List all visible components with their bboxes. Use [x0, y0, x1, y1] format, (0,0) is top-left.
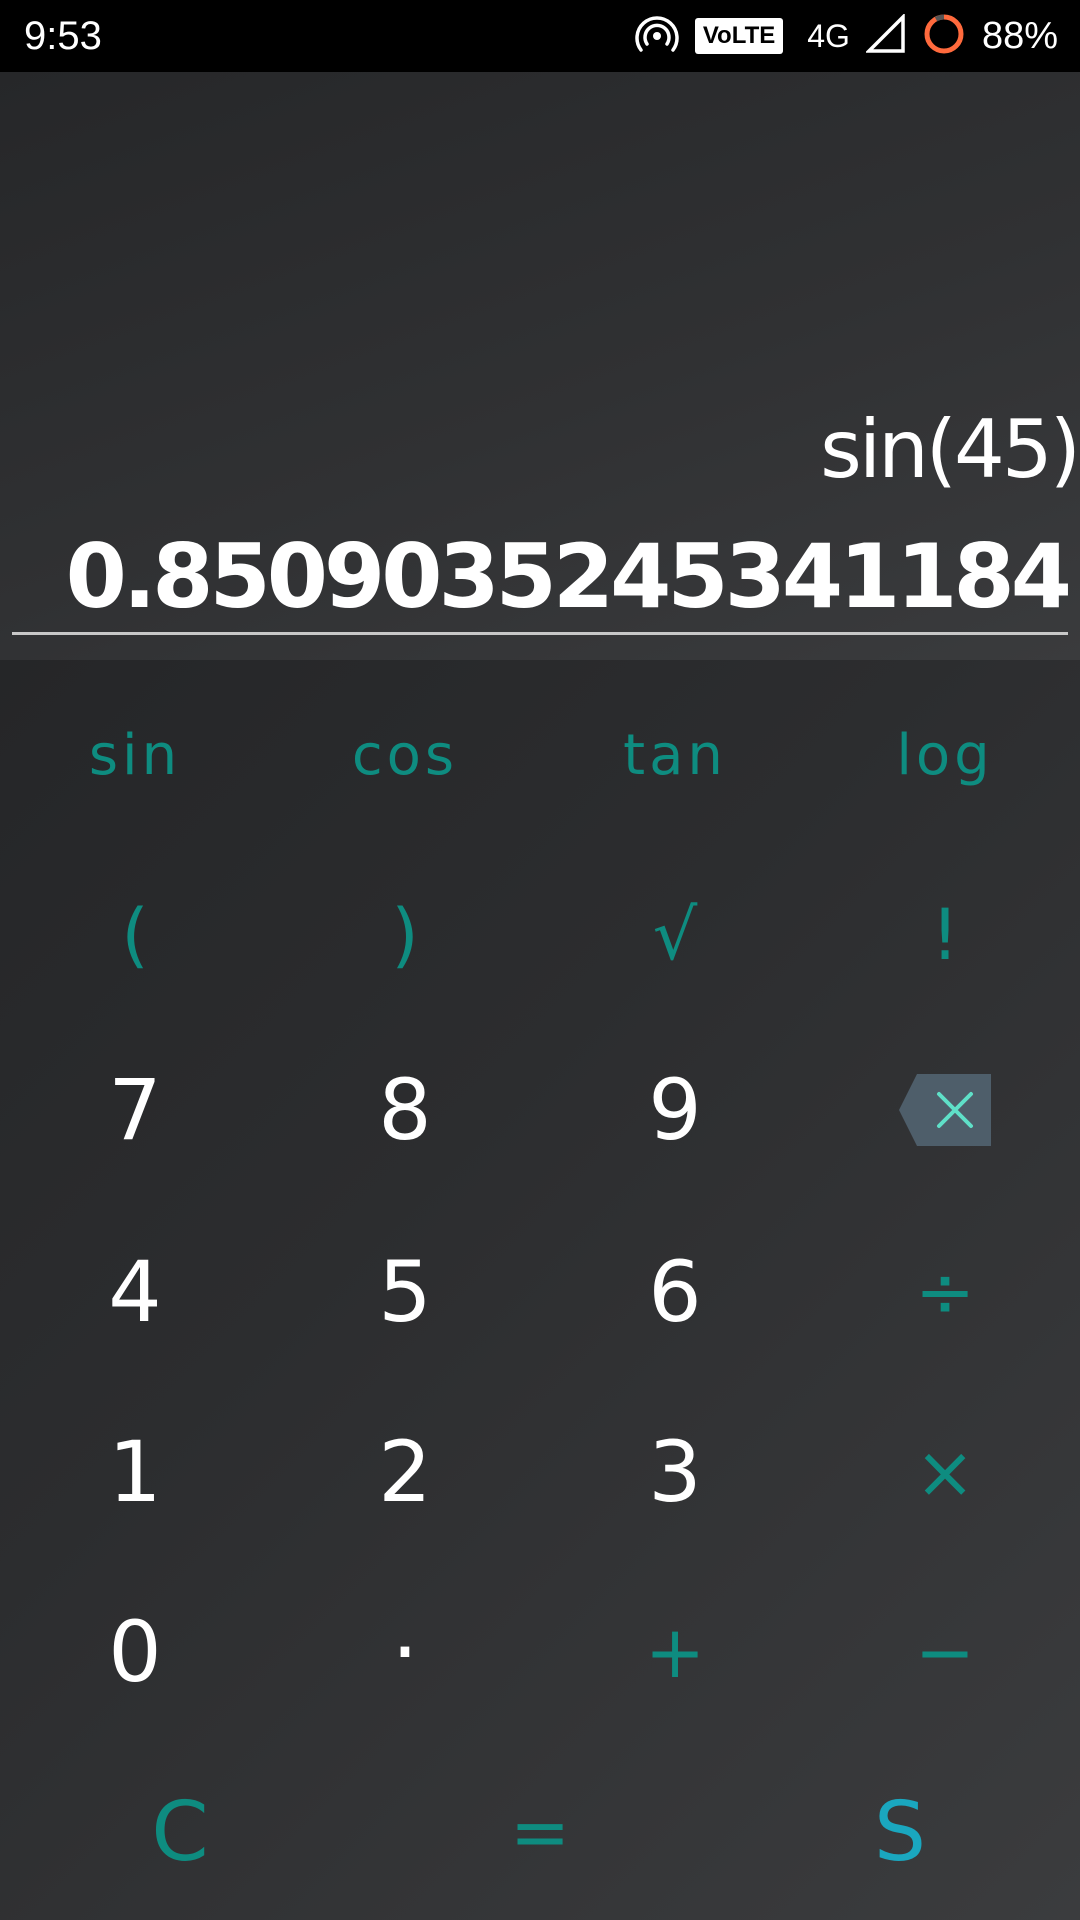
- decimal-point-label: ·: [391, 1603, 419, 1701]
- digit-8-button[interactable]: 8: [270, 1020, 540, 1200]
- log-label: log: [896, 722, 994, 788]
- divide-button[interactable]: ÷: [810, 1202, 1080, 1382]
- plus-label: +: [644, 1610, 706, 1694]
- digit-0-label: 0: [108, 1603, 162, 1701]
- expression-display[interactable]: sin(45): [820, 400, 1080, 500]
- sqrt-button[interactable]: √: [540, 845, 810, 1025]
- digit-7-label: 7: [108, 1061, 162, 1159]
- sqrt-label: √: [652, 894, 698, 976]
- volte-icon: VoLTE: [694, 18, 784, 54]
- network-type-label: 4G: [807, 18, 850, 54]
- tan-button[interactable]: tan: [540, 665, 810, 845]
- minus-label: −: [914, 1610, 976, 1694]
- digit-9-button[interactable]: 9: [540, 1020, 810, 1200]
- display-panel: sin(45) 0.8509035245341184: [0, 72, 1080, 660]
- status-icons: VoLTE 4G 88%: [635, 0, 1058, 72]
- hotspot-icon: [635, 12, 679, 60]
- digit-2-button[interactable]: 2: [270, 1382, 540, 1562]
- backspace-icon: [899, 1074, 991, 1146]
- close-paren-button[interactable]: ): [270, 845, 540, 1025]
- status-time: 9:53: [24, 14, 102, 58]
- log-button[interactable]: log: [810, 665, 1080, 845]
- digit-2-label: 2: [378, 1423, 432, 1521]
- equals-label: =: [509, 1790, 571, 1874]
- tan-label: tan: [623, 722, 727, 788]
- digit-1-label: 1: [108, 1423, 162, 1521]
- backspace-button[interactable]: [810, 1020, 1080, 1200]
- digit-5-button[interactable]: 5: [270, 1202, 540, 1382]
- sin-button[interactable]: sin: [0, 665, 270, 845]
- s-button[interactable]: S: [720, 1742, 1080, 1920]
- clear-button[interactable]: C: [0, 1742, 360, 1920]
- open-paren-button[interactable]: (: [0, 845, 270, 1025]
- signal-icon: [864, 12, 906, 58]
- digit-3-button[interactable]: 3: [540, 1382, 810, 1562]
- status-bar: 9:53 VoLTE 4G 88%: [0, 0, 1080, 72]
- sin-label: sin: [88, 722, 182, 788]
- display-divider: [12, 632, 1068, 635]
- keypad: sin cos tan log ( ) √ ! 7 8 9 4 5 6 ÷ 1 …: [0, 660, 1080, 1920]
- digit-3-label: 3: [648, 1423, 702, 1521]
- digit-0-button[interactable]: 0: [0, 1562, 270, 1742]
- close-paren-label: ): [391, 894, 419, 976]
- s-label: S: [873, 1784, 927, 1880]
- multiply-label: ×: [914, 1430, 976, 1514]
- divide-label: ÷: [914, 1250, 976, 1334]
- digit-9-label: 9: [648, 1061, 702, 1159]
- clear-label: C: [151, 1784, 209, 1880]
- digit-5-label: 5: [378, 1243, 432, 1341]
- open-paren-label: (: [121, 894, 149, 976]
- cos-label: cos: [351, 722, 459, 788]
- plus-button[interactable]: +: [540, 1562, 810, 1742]
- equals-button[interactable]: =: [360, 1742, 720, 1920]
- calculator-screen: 9:53 VoLTE 4G 88% sin(45) 0.850903524534…: [0, 0, 1080, 1920]
- digit-4-button[interactable]: 4: [0, 1202, 270, 1382]
- digit-4-label: 4: [108, 1243, 162, 1341]
- digit-8-label: 8: [378, 1061, 432, 1159]
- digit-6-label: 6: [648, 1243, 702, 1341]
- result-display: 0.8509035245341184: [65, 525, 1072, 628]
- decimal-point-button[interactable]: ·: [270, 1562, 540, 1742]
- digit-6-button[interactable]: 6: [540, 1202, 810, 1382]
- battery-percent: 88%: [981, 15, 1058, 57]
- multiply-button[interactable]: ×: [810, 1382, 1080, 1562]
- battery-ring-icon: [922, 12, 966, 60]
- digit-7-button[interactable]: 7: [0, 1020, 270, 1200]
- factorial-label: !: [930, 894, 960, 976]
- minus-button[interactable]: −: [810, 1562, 1080, 1742]
- digit-1-button[interactable]: 1: [0, 1382, 270, 1562]
- factorial-button[interactable]: !: [810, 845, 1080, 1025]
- cos-button[interactable]: cos: [270, 665, 540, 845]
